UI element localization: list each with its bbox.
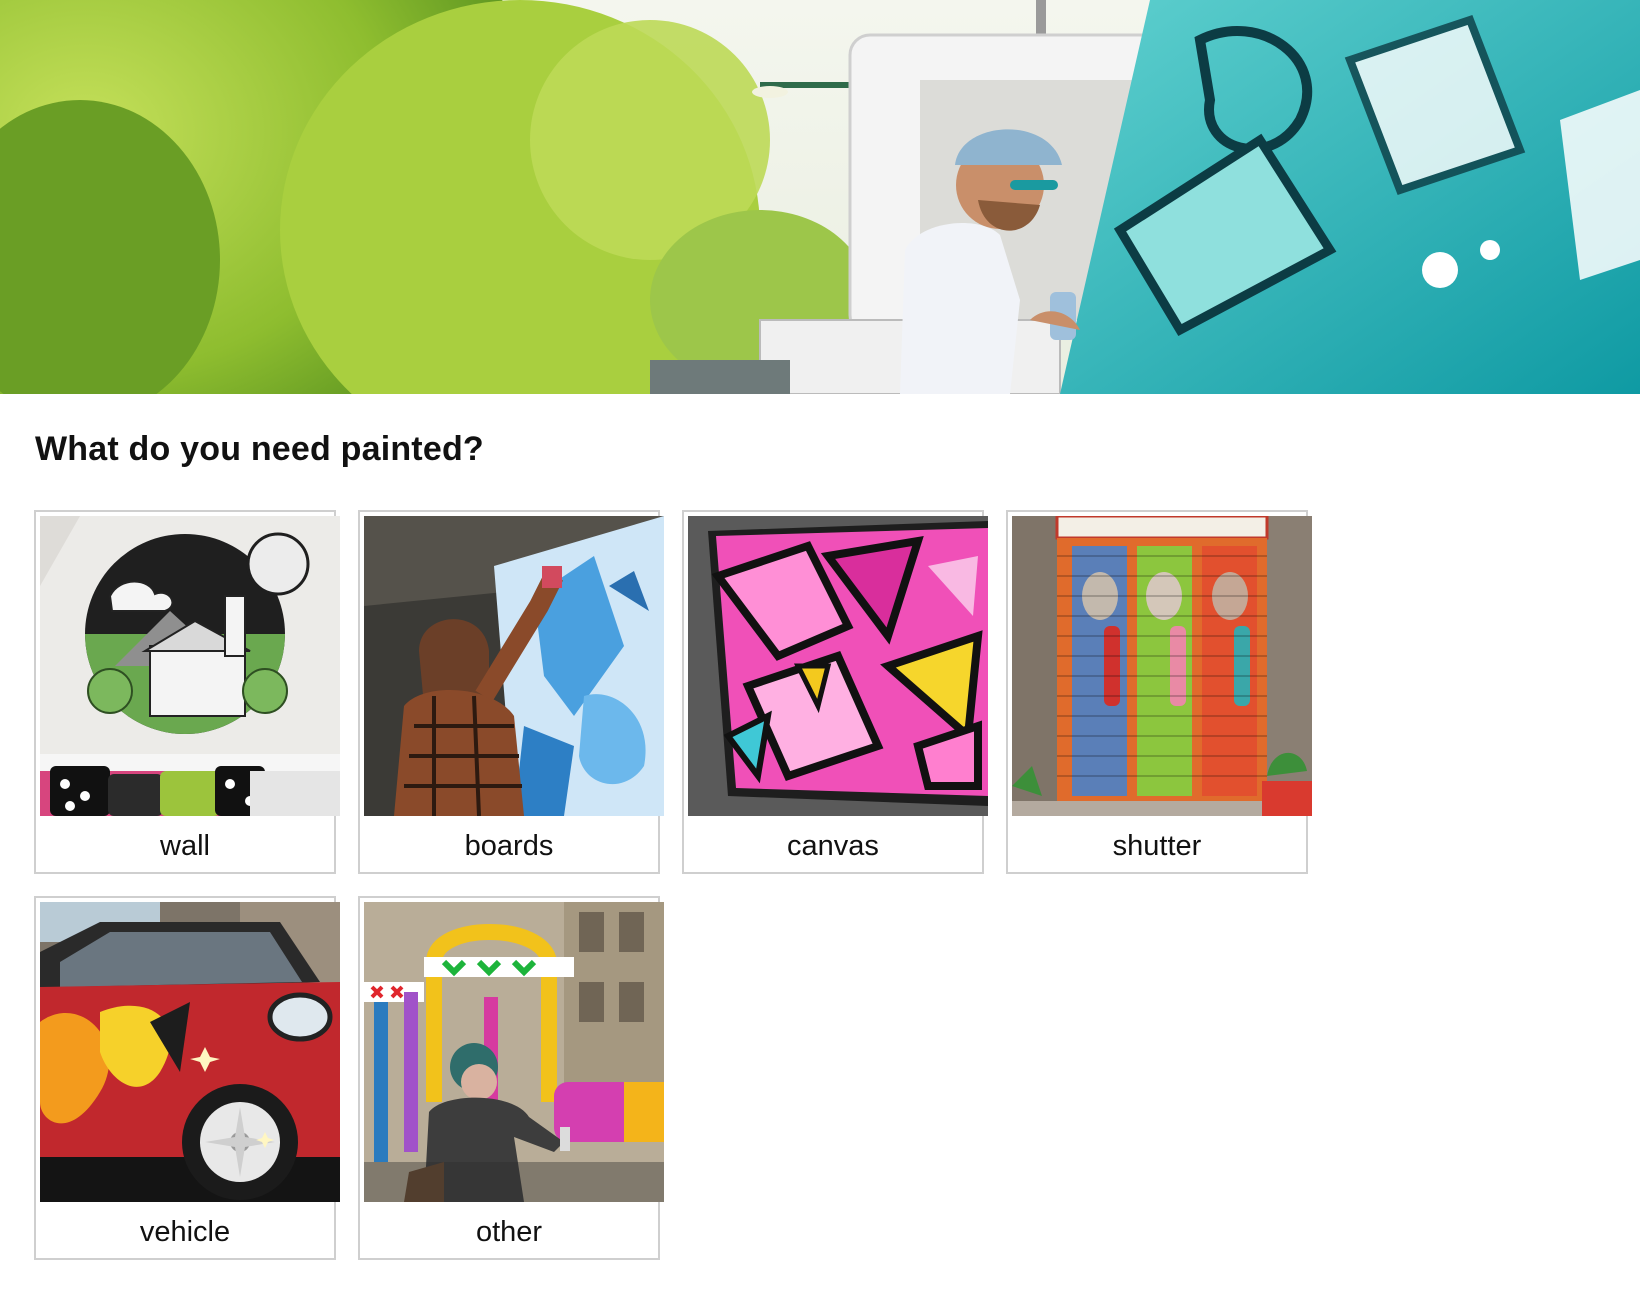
option-label: shutter (1112, 830, 1202, 862)
canvas-thumbnail (688, 516, 988, 816)
boards-thumbnail (364, 516, 664, 816)
option-shutter[interactable]: shutter (1006, 510, 1312, 874)
page-question-title: What do you need painted? (35, 430, 484, 468)
option-canvas[interactable]: canvas (682, 510, 988, 874)
option-label: wall (160, 830, 210, 862)
option-wall[interactable]: wall (34, 510, 340, 874)
option-label: canvas (787, 830, 879, 862)
wall-thumbnail (40, 516, 340, 816)
option-vehicle[interactable]: vehicle (34, 896, 340, 1260)
option-label: other (475, 1216, 543, 1248)
option-boards[interactable]: boards (358, 510, 664, 874)
option-label: boards (464, 830, 554, 862)
hero-banner (0, 0, 1640, 394)
option-label: vehicle (139, 1216, 231, 1248)
hero-image (0, 0, 1640, 394)
shutter-thumbnail (1012, 516, 1312, 816)
vehicle-thumbnail (40, 902, 340, 1202)
other-thumbnail (364, 902, 664, 1202)
option-other[interactable]: other (358, 896, 664, 1260)
